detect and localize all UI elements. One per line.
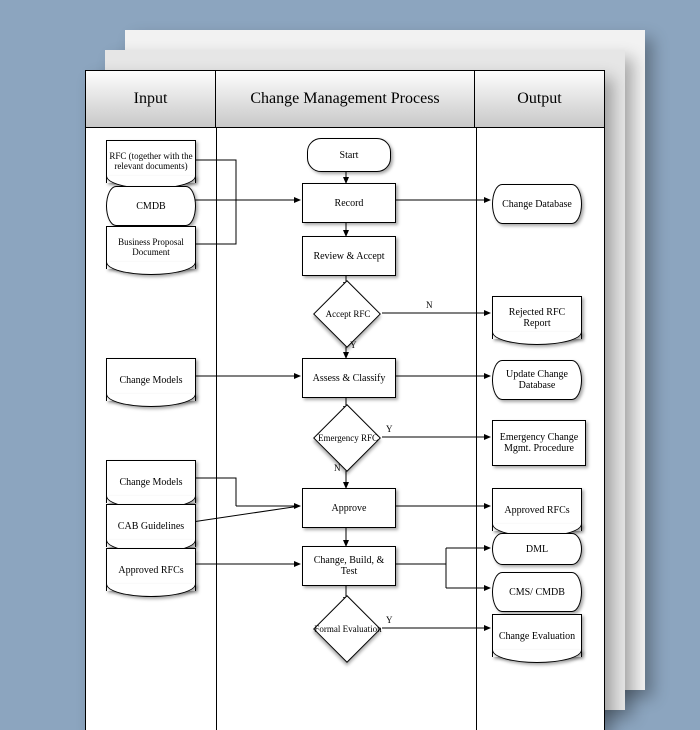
edge-formal-y: Y [386, 615, 393, 625]
label-formal-eval: Formal Evaluation [314, 625, 381, 635]
output-emergency-procedure: Emergency Change Mgmt. Procedure [492, 420, 586, 466]
input-change-models-2: Change Models [106, 460, 196, 503]
lane-divider-1 [216, 128, 217, 730]
node-record: Record [302, 183, 396, 223]
output-change-database: Change Database [492, 184, 582, 224]
header-process: Change Management Process [216, 71, 475, 127]
header-input: Input [86, 71, 216, 127]
node-assess-classify: Assess & Classify [302, 358, 396, 398]
node-change-build-test: Change, Build, & Test [302, 546, 396, 586]
output-update-change-db: Update Change Database [492, 360, 582, 400]
page-front: Input Change Management Process Output [85, 70, 605, 730]
label-emergency-rfc: Emergency RFC [318, 434, 378, 444]
input-cmdb: CMDB [106, 186, 196, 226]
input-approved-rfcs: Approved RFCs [106, 548, 196, 591]
output-rejected-rfc: Rejected RFC Report [492, 296, 582, 339]
swimlane-header: Input Change Management Process Output [85, 70, 605, 128]
output-dml: DML [492, 533, 582, 565]
output-approved-rfcs: Approved RFCs [492, 488, 582, 531]
lane-divider-2 [476, 128, 477, 730]
node-start: Start [307, 138, 391, 172]
output-cms-cmdb: CMS/ CMDB [492, 572, 582, 612]
edge-accept-n: N [426, 300, 433, 310]
header-output: Output [475, 71, 604, 127]
node-formal-eval: Formal Evaluation [311, 603, 385, 657]
input-rfc-doc: RFC (together with the relevant document… [106, 140, 196, 183]
node-approve: Approve [302, 488, 396, 528]
diagram-body: RFC (together with the relevant document… [85, 128, 605, 730]
node-emergency-rfc: Emergency RFC [311, 412, 385, 466]
label-accept-rfc: Accept RFC [326, 310, 371, 320]
output-change-evaluation: Change Evaluation [492, 614, 582, 657]
input-change-models-1: Change Models [106, 358, 196, 401]
node-review-accept: Review & Accept [302, 236, 396, 276]
node-accept-rfc: Accept RFC [311, 288, 385, 342]
edge-emergency-n: N [334, 463, 341, 473]
input-business-proposal: Business Proposal Document [106, 226, 196, 269]
edge-emergency-y: Y [386, 424, 393, 434]
edge-accept-y: Y [350, 340, 357, 350]
input-cab-guidelines: CAB Guidelines [106, 504, 196, 547]
